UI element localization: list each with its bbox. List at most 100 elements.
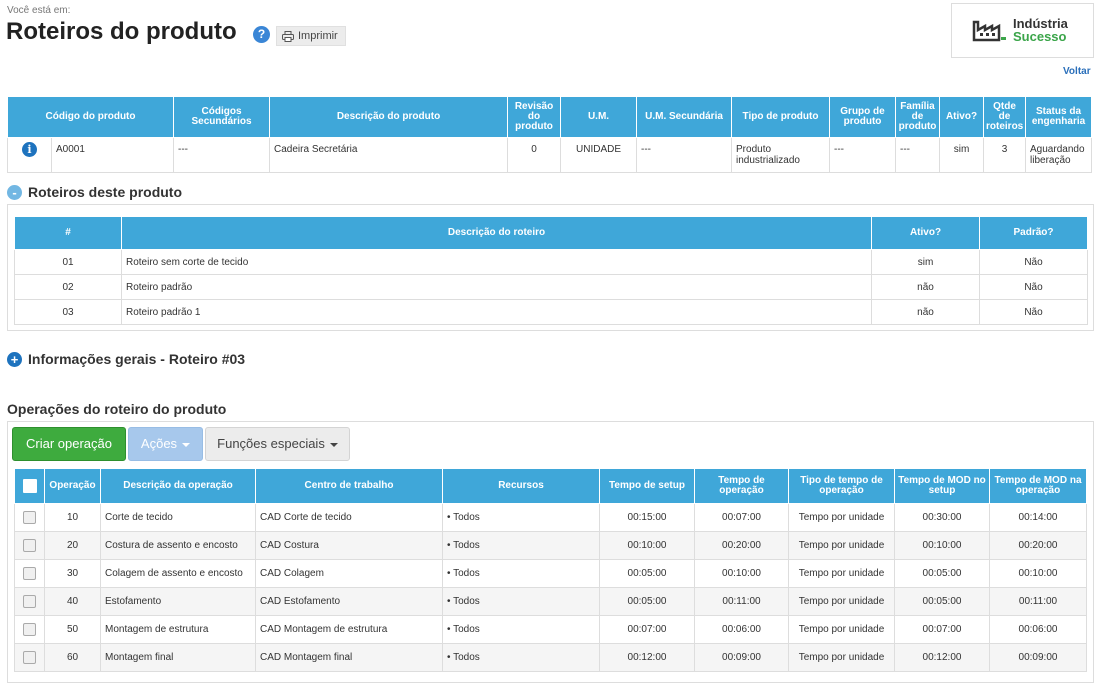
col-header-code: Código do produto [6,96,175,138]
op-time: 00:20:00 [694,531,789,560]
op-resource: Todos [442,643,600,672]
col-header-operation: Operação [44,468,101,504]
route-active: não [871,299,980,325]
route-desc: Roteiro padrão 1 [121,299,872,325]
op-mod-op: 00:10:00 [989,559,1087,588]
back-link[interactable]: Voltar [1063,66,1091,77]
company-logo: Indústria Sucesso [951,3,1094,58]
product-family: --- [895,137,941,173]
col-header-um: U.M. [560,96,638,138]
col-header-family: Família de produto [895,96,941,138]
help-icon[interactable]: ? [253,26,270,43]
table-row[interactable]: 01 Roteiro sem corte de tecido sim Não [14,249,1088,275]
row-checkbox[interactable] [23,511,36,524]
table-row[interactable]: 03 Roteiro padrão 1 não Não [14,299,1088,325]
row-checkbox[interactable] [23,567,36,580]
op-time: 00:09:00 [694,643,789,672]
table-row[interactable]: 10 Corte de tecido CAD Corte de tecido T… [14,503,1087,532]
product-group: --- [829,137,897,173]
actions-label: Ações [140,436,178,451]
col-header-active: Ativo? [939,96,985,138]
op-work-center: CAD Colagem [255,559,443,588]
op-setup-time: 00:12:00 [599,643,695,672]
row-checkbox[interactable] [23,539,36,552]
op-time-type: Tempo por unidade [788,587,895,616]
op-number: 30 [44,559,101,588]
product-active: sim [939,137,985,173]
col-header-setup-time: Tempo de setup [599,468,695,504]
op-work-center: CAD Estofamento [255,587,443,616]
route-desc: Roteiro padrão [121,274,872,300]
col-header-group: Grupo de produto [829,96,897,138]
table-row[interactable]: 40 Estofamento CAD Estofamento Todos 00:… [14,587,1087,616]
factory-icon [972,20,1006,42]
op-setup-time: 00:10:00 [599,531,695,560]
table-row[interactable]: 02 Roteiro padrão não Não [14,274,1088,300]
row-checkbox[interactable] [23,623,36,636]
op-mod-setup: 00:10:00 [894,531,990,560]
routes-panel: # Descrição do roteiro Ativo? Padrão? 01… [7,204,1094,331]
col-header-route-active: Ativo? [871,216,980,250]
general-info-header[interactable]: + Informações gerais - Roteiro #03 [7,351,245,367]
op-setup-time: 00:15:00 [599,503,695,532]
route-active: não [871,274,980,300]
product-type: Produto industrializado [731,137,831,173]
col-header-route-num: # [14,216,122,250]
product-um-secondary: --- [636,137,733,173]
op-number: 10 [44,503,101,532]
route-desc: Roteiro sem corte de tecido [121,249,872,275]
info-icon[interactable]: i [22,142,37,157]
special-functions-label: Funções especiais [217,436,325,451]
op-setup-time: 00:05:00 [599,587,695,616]
col-header-description: Descrição do produto [269,96,509,138]
operations-table: Operação Descrição da operação Centro de… [14,468,1087,672]
op-description: Colagem de assento e encosto [100,559,256,588]
select-all-checkbox[interactable] [22,479,37,493]
route-active: sim [871,249,980,275]
op-mod-setup: 00:12:00 [894,643,990,672]
routes-table: # Descrição do roteiro Ativo? Padrão? 01… [14,216,1088,325]
table-row[interactable]: 20 Costura de assento e encosto CAD Cost… [14,531,1087,560]
op-description: Costura de assento e encosto [100,531,256,560]
col-header-um-secondary: U.M. Secundária [636,96,733,138]
op-time-type: Tempo por unidade [788,531,895,560]
table-row[interactable]: 50 Montagem de estrutura CAD Montagem de… [14,615,1087,644]
col-header-type: Tipo de produto [731,96,831,138]
col-header-work-center: Centro de trabalho [255,468,443,504]
op-setup-time: 00:07:00 [599,615,695,644]
create-operation-button[interactable]: Criar operação [12,427,126,461]
op-description: Corte de tecido [100,503,256,532]
op-resource: Todos [442,559,600,588]
op-number: 40 [44,587,101,616]
op-resource: Todos [442,615,600,644]
col-header-route-desc: Descrição do roteiro [121,216,872,250]
op-time: 00:06:00 [694,615,789,644]
op-number: 50 [44,615,101,644]
op-mod-setup: 00:05:00 [894,587,990,616]
print-button[interactable]: Imprimir [276,26,346,46]
row-checkbox[interactable] [23,651,36,664]
collapse-icon[interactable]: - [7,184,22,200]
table-row[interactable]: 30 Colagem de assento e encosto CAD Cola… [14,559,1087,588]
op-resource: Todos [442,587,600,616]
row-checkbox[interactable] [23,595,36,608]
expand-icon[interactable]: + [7,351,22,367]
col-header-mod-op: Tempo de MOD na operação [989,468,1087,504]
op-mod-setup: 00:05:00 [894,559,990,588]
col-header-status: Status da engenharia [1025,96,1093,138]
op-number: 20 [44,531,101,560]
col-header-secondary: Códigos Secundários [173,96,271,138]
route-default: Não [979,274,1088,300]
special-functions-dropdown[interactable]: Funções especiais [205,427,350,461]
product-um: UNIDADE [560,137,638,173]
route-num: 02 [14,274,122,300]
table-row[interactable]: 60 Montagem final CAD Montagem final Tod… [14,643,1087,672]
op-time: 00:10:00 [694,559,789,588]
routes-section-header: - Roteiros deste produto [7,184,182,200]
op-mod-op: 00:11:00 [989,587,1087,616]
operations-title: Operações do roteiro do produto [7,401,227,417]
printer-icon [282,30,294,42]
actions-dropdown[interactable]: Ações [128,427,203,461]
op-time-type: Tempo por unidade [788,615,895,644]
page-title: Roteiros do produto [6,18,237,45]
